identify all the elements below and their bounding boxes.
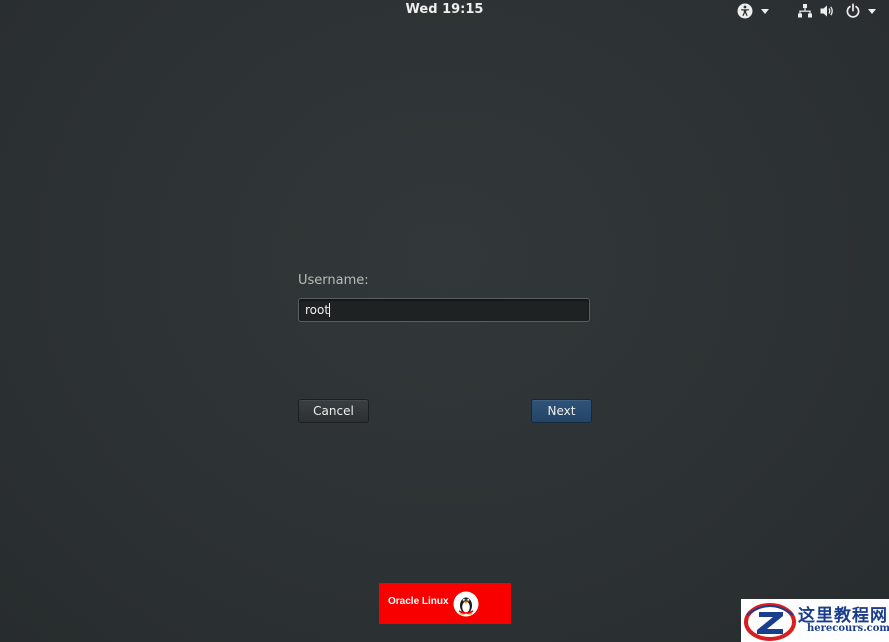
username-value: root [305, 303, 330, 317]
chevron-down-icon [761, 9, 769, 14]
oracle-linux-logo: Oracle Linux [379, 583, 511, 624]
accessibility-icon [737, 3, 753, 19]
cancel-button[interactable]: Cancel [298, 399, 369, 423]
system-menu[interactable] [795, 3, 879, 19]
watermark-url: herecours.com [807, 623, 889, 634]
text-cursor [329, 303, 331, 317]
username-label: Username: [298, 273, 369, 288]
next-button[interactable]: Next [531, 399, 592, 423]
tux-penguin-icon [453, 591, 479, 617]
username-field[interactable]: root [298, 298, 590, 322]
power-icon [846, 3, 860, 18]
watermark: 这里教程网 herecours.com [741, 599, 889, 642]
chevron-down-icon [868, 9, 876, 14]
oracle-linux-label: Oracle Linux [388, 596, 449, 607]
accessibility-menu[interactable] [737, 3, 771, 19]
volume-icon [820, 5, 833, 17]
top-bar: Wed 19:15 [0, 0, 889, 22]
z-logo-icon [744, 603, 796, 641]
network-wired-icon [798, 4, 812, 18]
login-prompt: Username: root Cancel Next [298, 272, 592, 423]
